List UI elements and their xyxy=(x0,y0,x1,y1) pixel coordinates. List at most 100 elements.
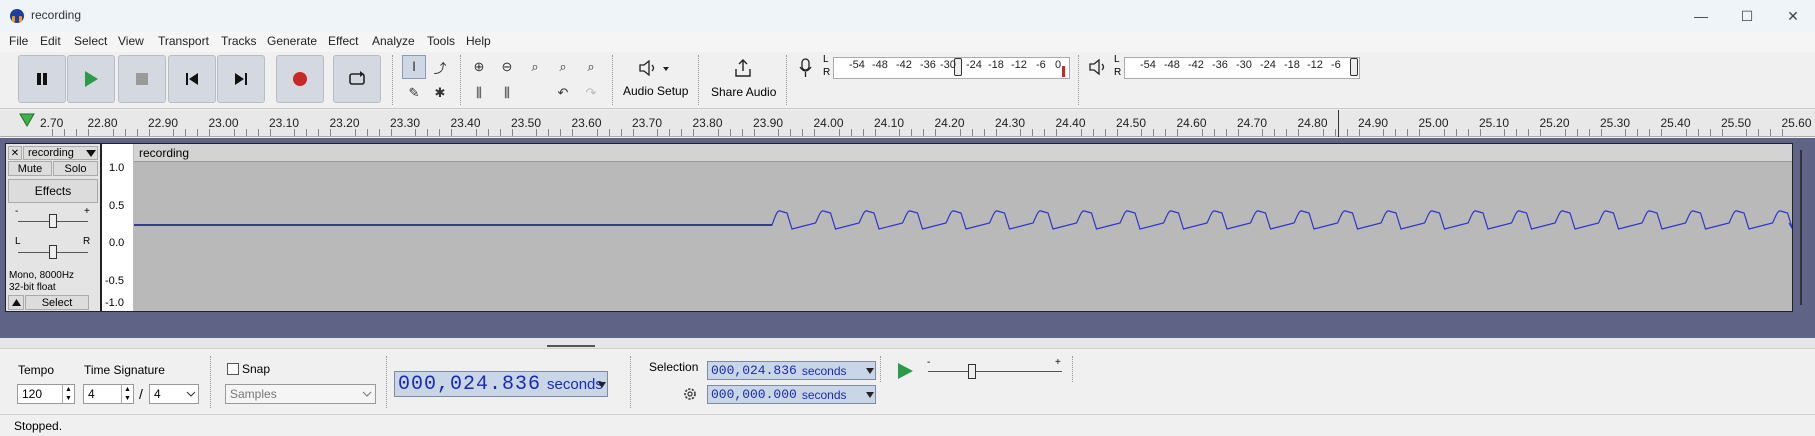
ruler-tick-label: 25.50 xyxy=(1721,116,1752,130)
ruler-minor-tick xyxy=(971,129,973,136)
menu-view[interactable]: View xyxy=(118,34,144,48)
menu-tracks[interactable]: Tracks xyxy=(221,34,257,48)
ruler-minor-tick xyxy=(1479,129,1481,136)
redo-button[interactable]: ↷ xyxy=(579,81,603,105)
solo-button[interactable]: Solo xyxy=(53,161,98,176)
zoom-toggle-button[interactable]: ⌕ xyxy=(579,55,603,79)
ruler-minor-tick xyxy=(1213,129,1215,136)
menu-select[interactable]: Select xyxy=(74,34,107,48)
selection-tool[interactable]: Ⅰ xyxy=(402,55,426,79)
play-at-speed-button[interactable] xyxy=(894,360,916,382)
gain-plus-label: + xyxy=(84,206,90,217)
undo-button[interactable]: ↶ xyxy=(551,81,575,105)
ruler-minor-tick xyxy=(596,129,598,136)
pan-slider[interactable] xyxy=(49,245,57,259)
track-close-button[interactable]: ✕ xyxy=(8,146,22,160)
multi-tool-icon: ✱ xyxy=(434,85,446,100)
fit-selection-button[interactable]: ⌕ xyxy=(523,55,547,79)
menu-file[interactable]: File xyxy=(9,34,28,48)
ruler-minor-tick xyxy=(197,129,199,136)
fit-project-button[interactable]: ⌕ xyxy=(551,55,575,79)
mute-button[interactable]: Mute xyxy=(8,161,52,176)
selection-end-display[interactable]: 000,000.000 seconds xyxy=(707,385,876,404)
multi-tool[interactable]: ✱ xyxy=(428,81,452,105)
ruler-minor-tick xyxy=(1504,129,1506,136)
vertical-scrollbar[interactable] xyxy=(1800,150,1802,305)
ruler-minor-tick xyxy=(717,129,719,136)
ruler-minor-tick xyxy=(439,129,441,136)
selection-end-value: 000,000.000 xyxy=(711,387,797,402)
record-meter-button[interactable] xyxy=(797,58,817,78)
chevron-down-icon xyxy=(598,382,606,388)
pause-icon xyxy=(37,73,47,85)
splitter-handle[interactable] xyxy=(547,345,595,347)
meter-tick: -42 xyxy=(896,59,912,71)
menu-transport[interactable]: Transport xyxy=(158,34,209,48)
play-button[interactable] xyxy=(67,55,115,103)
track-select-button[interactable]: Select xyxy=(25,295,89,310)
waveform xyxy=(134,210,1794,230)
track-area-empty xyxy=(0,312,1815,338)
collapse-track-button[interactable] xyxy=(8,295,24,310)
menu-edit[interactable]: Edit xyxy=(40,34,61,48)
clip-header[interactable]: recording xyxy=(134,144,1792,162)
silence-button[interactable]: ⫼ xyxy=(495,81,519,105)
menu-help[interactable]: Help xyxy=(466,34,491,48)
maximize-button[interactable]: ☐ xyxy=(1724,0,1770,32)
menu-tools[interactable]: Tools xyxy=(427,34,455,48)
menu-generate[interactable]: Generate xyxy=(267,34,317,48)
gain-slider[interactable] xyxy=(49,214,57,228)
chevron-down-icon xyxy=(362,391,372,397)
skip-to-start-button[interactable] xyxy=(168,55,216,103)
ruler-minor-tick xyxy=(475,129,477,136)
ruler-minor-tick xyxy=(1516,129,1518,136)
selection-start-display[interactable]: 000,024.836 seconds xyxy=(707,361,876,380)
stop-button[interactable] xyxy=(118,55,166,103)
gear-icon[interactable] xyxy=(682,386,698,402)
ruler-minor-tick xyxy=(378,129,380,136)
draw-tool[interactable]: ✎ xyxy=(402,81,426,105)
audio-setup-button[interactable]: Audio Setup xyxy=(620,54,692,104)
speed-slider[interactable] xyxy=(968,364,976,379)
skip-to-end-button[interactable] xyxy=(217,55,265,103)
trim-button[interactable]: ⫼ xyxy=(467,81,491,105)
amp-tick: -0.5 xyxy=(105,275,124,287)
zoom-out-button[interactable]: ⊖ xyxy=(495,55,519,79)
numerator-spinner[interactable]: ▲ ▼ xyxy=(121,385,133,403)
tempo-label: Tempo xyxy=(18,363,55,377)
close-button[interactable]: ✕ xyxy=(1770,0,1815,32)
ruler-minor-tick xyxy=(306,129,308,136)
ruler-minor-tick xyxy=(1770,129,1772,136)
play-meter-button[interactable] xyxy=(1088,57,1108,77)
record-button[interactable] xyxy=(276,55,324,103)
tempo-spinner[interactable]: ▲ ▼ xyxy=(62,385,74,403)
time-sig-num-value: 4 xyxy=(88,387,95,401)
ruler-tick-label: 24.60 xyxy=(1176,116,1207,130)
time-sig-denominator[interactable]: 4 xyxy=(149,384,199,404)
audio-position-display[interactable]: 000,024.836 seconds xyxy=(394,371,608,397)
pause-button[interactable] xyxy=(18,55,66,103)
ruler-minor-tick xyxy=(1782,129,1784,136)
loop-button[interactable] xyxy=(333,55,381,103)
envelope-tool[interactable]: ⤴ xyxy=(428,55,452,79)
zoom-in-button[interactable]: ⊕ xyxy=(467,55,491,79)
ruler-tick-label: 23.40 xyxy=(450,116,481,130)
waveform-area[interactable] xyxy=(134,162,1794,311)
microphone-icon xyxy=(799,58,812,77)
ruler-minor-tick xyxy=(753,129,755,136)
track-name-menu[interactable]: recording xyxy=(23,146,98,160)
playhead-marker-icon[interactable] xyxy=(19,113,35,127)
effects-button[interactable]: Effects xyxy=(8,179,98,203)
ibeam-tool-icon: Ⅰ xyxy=(412,59,416,74)
menu-analyze[interactable]: Analyze xyxy=(372,34,415,48)
minimize-button[interactable]: — xyxy=(1678,0,1724,32)
ruler-minor-tick xyxy=(1625,129,1627,136)
ruler-minor-tick xyxy=(1346,129,1348,136)
snap-checkbox[interactable] xyxy=(227,363,239,375)
snap-unit-select[interactable]: Samples xyxy=(225,384,376,404)
play-volume-slider[interactable] xyxy=(1350,58,1358,76)
ruler-minor-tick xyxy=(1383,129,1385,136)
ruler-minor-tick xyxy=(1709,129,1711,136)
share-audio-button[interactable]: Share Audio xyxy=(706,54,780,104)
menu-effect[interactable]: Effect xyxy=(328,34,358,48)
